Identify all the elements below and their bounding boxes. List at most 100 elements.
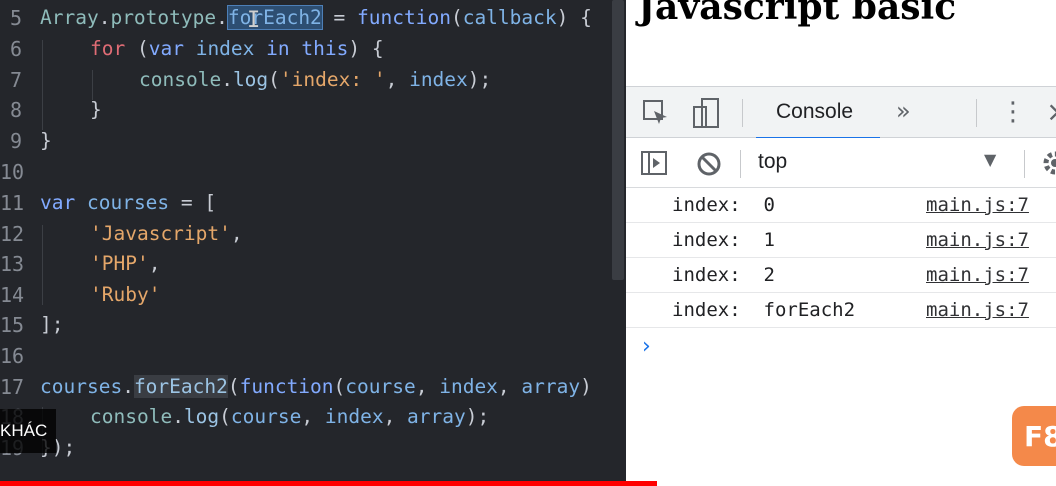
more-tabs-button[interactable]: »: [896, 97, 911, 125]
token: ,: [230, 222, 243, 245]
console-log-row: index: 1 main.js:7: [626, 223, 1056, 258]
console-prompt-icon[interactable]: ›: [642, 334, 651, 359]
token: log: [232, 68, 269, 91]
log-source-link[interactable]: main.js:7: [926, 194, 1029, 216]
tab-console[interactable]: Console: [756, 87, 880, 140]
token: }: [90, 98, 102, 121]
token: ,: [497, 375, 522, 398]
token: index: [324, 405, 384, 428]
code-line-11[interactable]: var courses = [: [40, 191, 216, 214]
log-message: index: 0: [672, 194, 775, 216]
code-line-12[interactable]: 'Javascript',: [90, 222, 243, 245]
token: =: [321, 6, 358, 29]
code-line-5[interactable]: Array.prototype.forEach2 = function(call…: [40, 5, 592, 30]
devtools-menu-icon[interactable]: ⋮: [1000, 97, 1026, 127]
close-icon[interactable]: ×: [1046, 95, 1056, 128]
overlay-label[interactable]: KHÁC: [0, 409, 56, 453]
token: array: [521, 375, 581, 398]
code-line-7[interactable]: console.log('index: ', index);: [139, 68, 491, 91]
token: course: [345, 375, 416, 398]
log-message: index: 1: [672, 229, 775, 251]
token: (: [219, 405, 231, 428]
code-line-13[interactable]: 'PHP',: [90, 252, 160, 275]
devtools-tabbar: Console » ⋮ ×: [626, 86, 1056, 140]
code-line-8[interactable]: }: [90, 98, 102, 121]
token: in: [266, 37, 290, 60]
page-heading: Javascript basic: [638, 0, 957, 28]
inspect-element-icon[interactable]: [642, 99, 670, 131]
token: index: [195, 37, 255, 60]
log-message: index: forEach2: [672, 299, 856, 321]
line-number: 9: [9, 129, 22, 153]
token: .: [221, 68, 233, 91]
code-editor[interactable]: 5 Array.prototype.forEach2 = function(ca…: [0, 0, 626, 486]
line-number: 7: [9, 68, 22, 92]
token: index: [409, 68, 468, 91]
token: courses: [86, 191, 170, 214]
line-number: 15: [0, 313, 25, 337]
token: course: [230, 405, 302, 428]
token: 'PHP': [90, 252, 149, 275]
token: .: [98, 6, 111, 29]
editor-scrollbar[interactable]: [612, 0, 624, 280]
token: ,: [385, 68, 410, 91]
toolbar-divider: [740, 150, 741, 178]
token: }: [40, 129, 52, 152]
context-value: top: [758, 150, 788, 173]
token: (: [333, 375, 346, 398]
token: callback: [462, 6, 557, 29]
code-line-15[interactable]: ];: [40, 313, 63, 336]
log-source-link[interactable]: main.js:7: [926, 264, 1029, 286]
context-selector[interactable]: top ▼: [758, 138, 1008, 188]
device-toggle-icon[interactable]: [690, 97, 722, 133]
token: .: [172, 405, 184, 428]
token: (: [268, 68, 280, 91]
code-line-6[interactable]: for (var index in this) {: [90, 37, 384, 60]
code-line-14[interactable]: 'Ruby': [90, 283, 160, 306]
clear-console-icon[interactable]: [696, 151, 722, 181]
token: console: [90, 405, 173, 428]
line-number: 16: [0, 344, 25, 368]
sidebar-toggle-icon[interactable]: [640, 150, 668, 180]
line-number: 10: [0, 160, 25, 184]
token: array: [407, 405, 466, 428]
line-number: 13: [0, 252, 25, 276]
token: prototype: [110, 6, 217, 29]
indent-guide: [42, 40, 43, 130]
token: index: [439, 375, 498, 398]
token: courses: [40, 375, 123, 398]
token: console: [139, 68, 222, 91]
chevron-down-icon: ▼: [984, 150, 997, 169]
token: ,: [415, 375, 440, 398]
console-log-row: index: forEach2 main.js:7: [626, 293, 1056, 328]
token: function: [357, 6, 451, 29]
indent-guide: [42, 225, 43, 305]
toolbar-divider: [976, 99, 977, 127]
token: ): [580, 375, 592, 398]
token: );: [467, 68, 492, 91]
code-line-18[interactable]: console.log(course, index, array);: [90, 405, 489, 428]
token: for: [90, 37, 126, 60]
log-source-link[interactable]: main.js:7: [926, 299, 1029, 321]
token: (: [125, 37, 149, 60]
log-source-link[interactable]: main.js:7: [926, 229, 1029, 251]
token: ,: [301, 405, 325, 428]
token: 'Ruby': [90, 283, 161, 306]
line-number: 12: [0, 222, 25, 246]
text-cursor-icon: I: [247, 8, 261, 33]
browser-viewport: Javascript basic Console » ⋮ ×: [626, 0, 1056, 486]
code-line-17[interactable]: courses.forEach2(function(course, index,…: [40, 375, 592, 398]
token: function: [239, 375, 334, 398]
video-progress-bar[interactable]: [0, 481, 1056, 486]
console-toolbar: top ▼: [626, 138, 1056, 188]
code-line-9[interactable]: }: [40, 129, 52, 152]
line-number: 17: [0, 375, 25, 399]
token: );: [465, 405, 490, 428]
line-number: 8: [9, 98, 22, 122]
settings-gear-icon[interactable]: [1042, 150, 1056, 180]
tab-console-label: Console: [776, 100, 854, 123]
